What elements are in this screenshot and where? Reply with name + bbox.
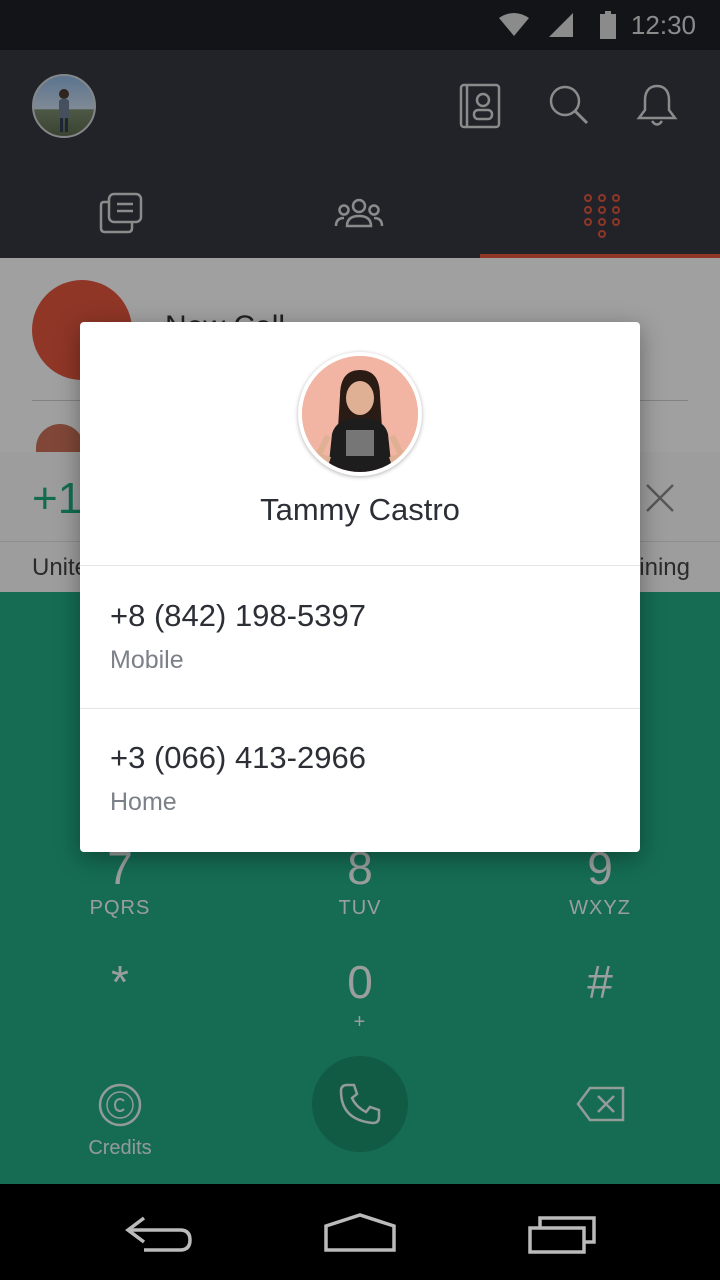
phone-number: +8 (842) 198-5397 <box>110 598 366 633</box>
back-icon[interactable] <box>124 1214 194 1254</box>
phone-option-mobile[interactable]: +8 (842) 198-5397 Mobile <box>80 566 640 708</box>
home-icon[interactable] <box>322 1212 398 1254</box>
phone-option-home[interactable]: +3 (066) 413-2966 Home <box>80 708 640 850</box>
contact-name: Tammy Castro <box>260 492 460 527</box>
phone-type: Home <box>110 788 177 816</box>
contact-photo <box>302 356 418 472</box>
navigation-bar <box>0 1184 720 1280</box>
phone-type: Mobile <box>110 646 184 674</box>
recents-icon[interactable] <box>526 1214 598 1256</box>
contact-number-dialog: Tammy Castro +8 (842) 198-5397 Mobile +3… <box>80 322 640 852</box>
phone-number: +3 (066) 413-2966 <box>110 740 366 775</box>
contact-avatar <box>298 352 422 476</box>
